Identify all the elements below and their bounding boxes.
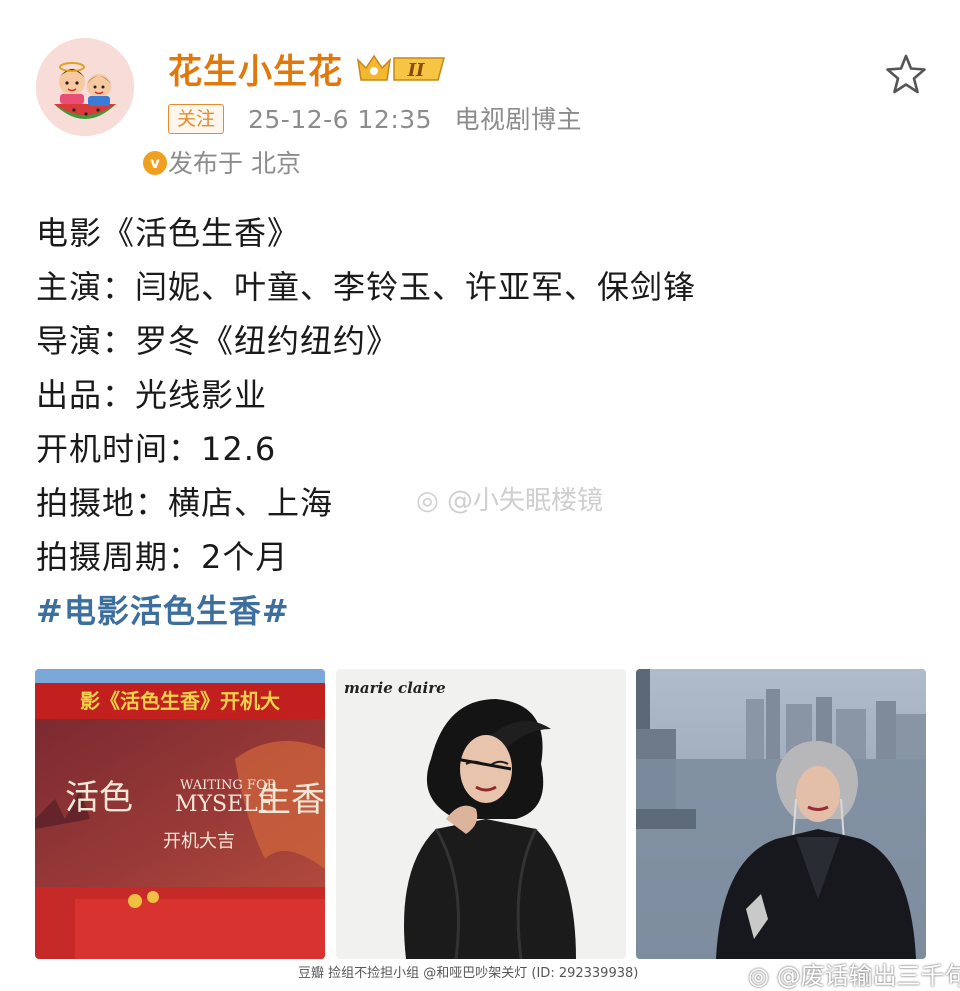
douban-credit: 豆瓣 捡组不捡担小组 @和哑巴吵架关灯 (ID: 292339938) [298,962,639,981]
post-timestamp: 25-12-6 12:35 [248,105,433,134]
weibo-post: v 花生小生花 II 关注 25-12-6 12:35 电视剧博主 发布于 北京… [0,0,960,991]
level-badge-text: II [407,60,425,81]
favorite-star-icon[interactable] [884,52,928,96]
weibo-watermark: ◎ @小失眠楼镜 [416,486,603,516]
post-line-start-date: 开机时间：12.6 [36,430,277,468]
photo-opening-ceremony[interactable]: 影《活色生香》开机大 活色 WAITING FOR MYSELF 生香 开机大吉 [35,669,325,959]
post-line-title: 电影《活色生香》 [36,214,301,252]
post-line-duration: 拍摄周期：2个月 [36,538,289,576]
photo-city-portrait[interactable] [636,669,926,959]
avatar[interactable]: v [36,38,170,178]
author-tag: 电视剧博主 [454,105,583,134]
post-line-cast: 主演：闫妮、叶童、李铃玉、许亚军、保剑锋 [36,268,697,306]
avatar-illustration [36,38,134,136]
ceremony-subtitle: 开机大吉 [163,831,235,852]
photo-grid: 影《活色生香》开机大 活色 WAITING FOR MYSELF 生香 开机大吉… [35,669,927,959]
username[interactable]: 花生小生花 [168,44,343,93]
hashtag-link[interactable]: #电影活色生香# [36,584,916,638]
weibo-logo-icon: ◎ [748,962,769,990]
movie-title-right: 生香 [257,780,325,820]
post-location: 发布于 北京 [168,149,301,178]
post-line-director: 导演：罗冬《纽约纽约》 [36,322,400,360]
magazine-logo: marie claire [344,679,446,697]
weibo-watermark-bottom: ◎ @废话输出三千句 [748,962,960,990]
photo-magazine-portrait[interactable]: marie claire [336,669,626,959]
post-body: 电影《活色生香》 主演：闫妮、叶童、李铃玉、许亚军、保剑锋 导演：罗冬《纽约纽约… [36,206,916,638]
post-meta: 25-12-6 12:35 电视剧博主 [248,100,582,136]
verified-badge-icon: v [140,148,170,178]
movie-title-left: 活色 [65,778,133,818]
crown-level-icon: II [354,50,448,90]
post-line-producer: 出品：光线影业 [36,376,268,414]
weibo-logo-icon: ◎ [416,486,439,516]
banner-text: 影《活色生香》开机大 [80,689,280,713]
follow-button[interactable]: 关注 [168,104,225,134]
